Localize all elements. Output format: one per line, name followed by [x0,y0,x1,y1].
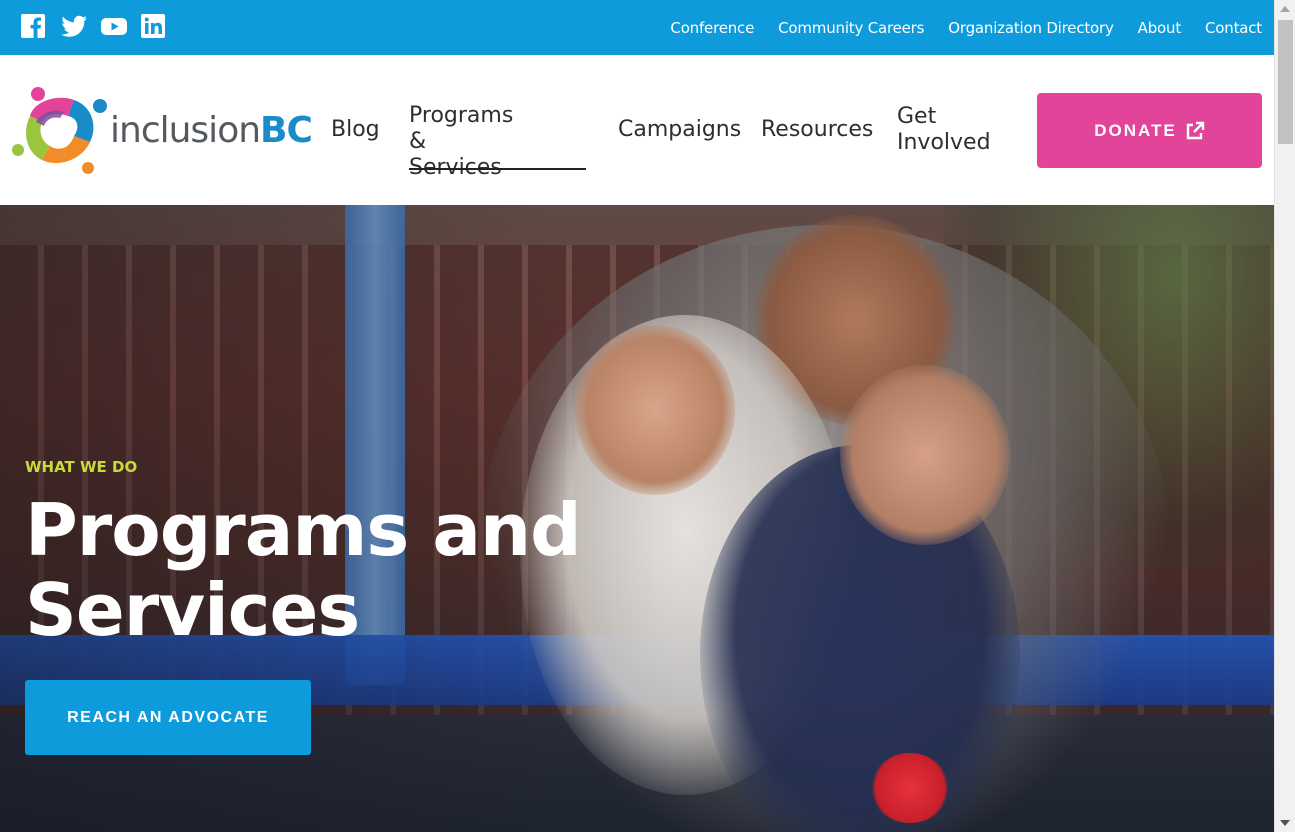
nav-programs-line1: Programs & [409,103,514,154]
hero-title-line2: Services [25,568,360,652]
utility-link-community-careers[interactable]: Community Careers [778,19,924,37]
youtube-icon[interactable] [100,13,127,39]
hero-photo-child-right-face [840,365,1010,545]
reach-advocate-button[interactable]: REACH AN ADVOCATE [25,680,311,755]
hero-photo-watch [870,753,950,823]
nav-resources[interactable]: Resources [761,117,873,143]
hero-photo-child-left-face [575,325,735,495]
donate-button[interactable]: DONATE [1037,93,1262,168]
scroll-down-arrow-icon[interactable] [1280,820,1290,826]
scroll-thumb[interactable] [1278,20,1293,144]
hero-title: Programs and Services [25,490,625,650]
linkedin-icon[interactable] [140,13,166,39]
nav-involved-line2: Involved [897,130,991,155]
site-header: inclusionBC Blog Programs & Services Cam… [0,55,1274,205]
hero-section: WHAT WE DO Programs and Services REACH A… [0,205,1274,832]
nav-blog[interactable]: Blog [331,117,380,143]
twitter-icon[interactable] [60,13,87,39]
utility-link-contact[interactable]: Contact [1205,19,1262,37]
utility-nav: Conference Community Careers Organizatio… [670,0,1262,55]
active-nav-underline [409,168,586,170]
external-link-icon [1186,121,1204,139]
logo-wordmark: inclusionBC [110,109,313,151]
nav-campaigns[interactable]: Campaigns [618,117,741,143]
donate-label: DONATE [1094,120,1177,140]
logo[interactable]: inclusionBC [12,86,313,174]
utility-link-organization-directory[interactable]: Organization Directory [948,19,1114,37]
nav-get-involved[interactable]: Get Involved [897,104,991,156]
scroll-up-arrow-icon[interactable] [1280,6,1290,12]
page-scrollbar[interactable] [1274,0,1295,832]
utility-link-conference[interactable]: Conference [670,19,754,37]
social-links [20,13,166,39]
nav-involved-line1: Get [897,104,937,129]
facebook-icon[interactable] [20,13,46,39]
utility-link-about[interactable]: About [1138,19,1182,37]
hero-eyebrow: WHAT WE DO [25,458,138,476]
logo-mark-icon [12,87,107,174]
hero-title-line1: Programs and [25,488,582,572]
utility-bar: Conference Community Careers Organizatio… [0,0,1274,55]
